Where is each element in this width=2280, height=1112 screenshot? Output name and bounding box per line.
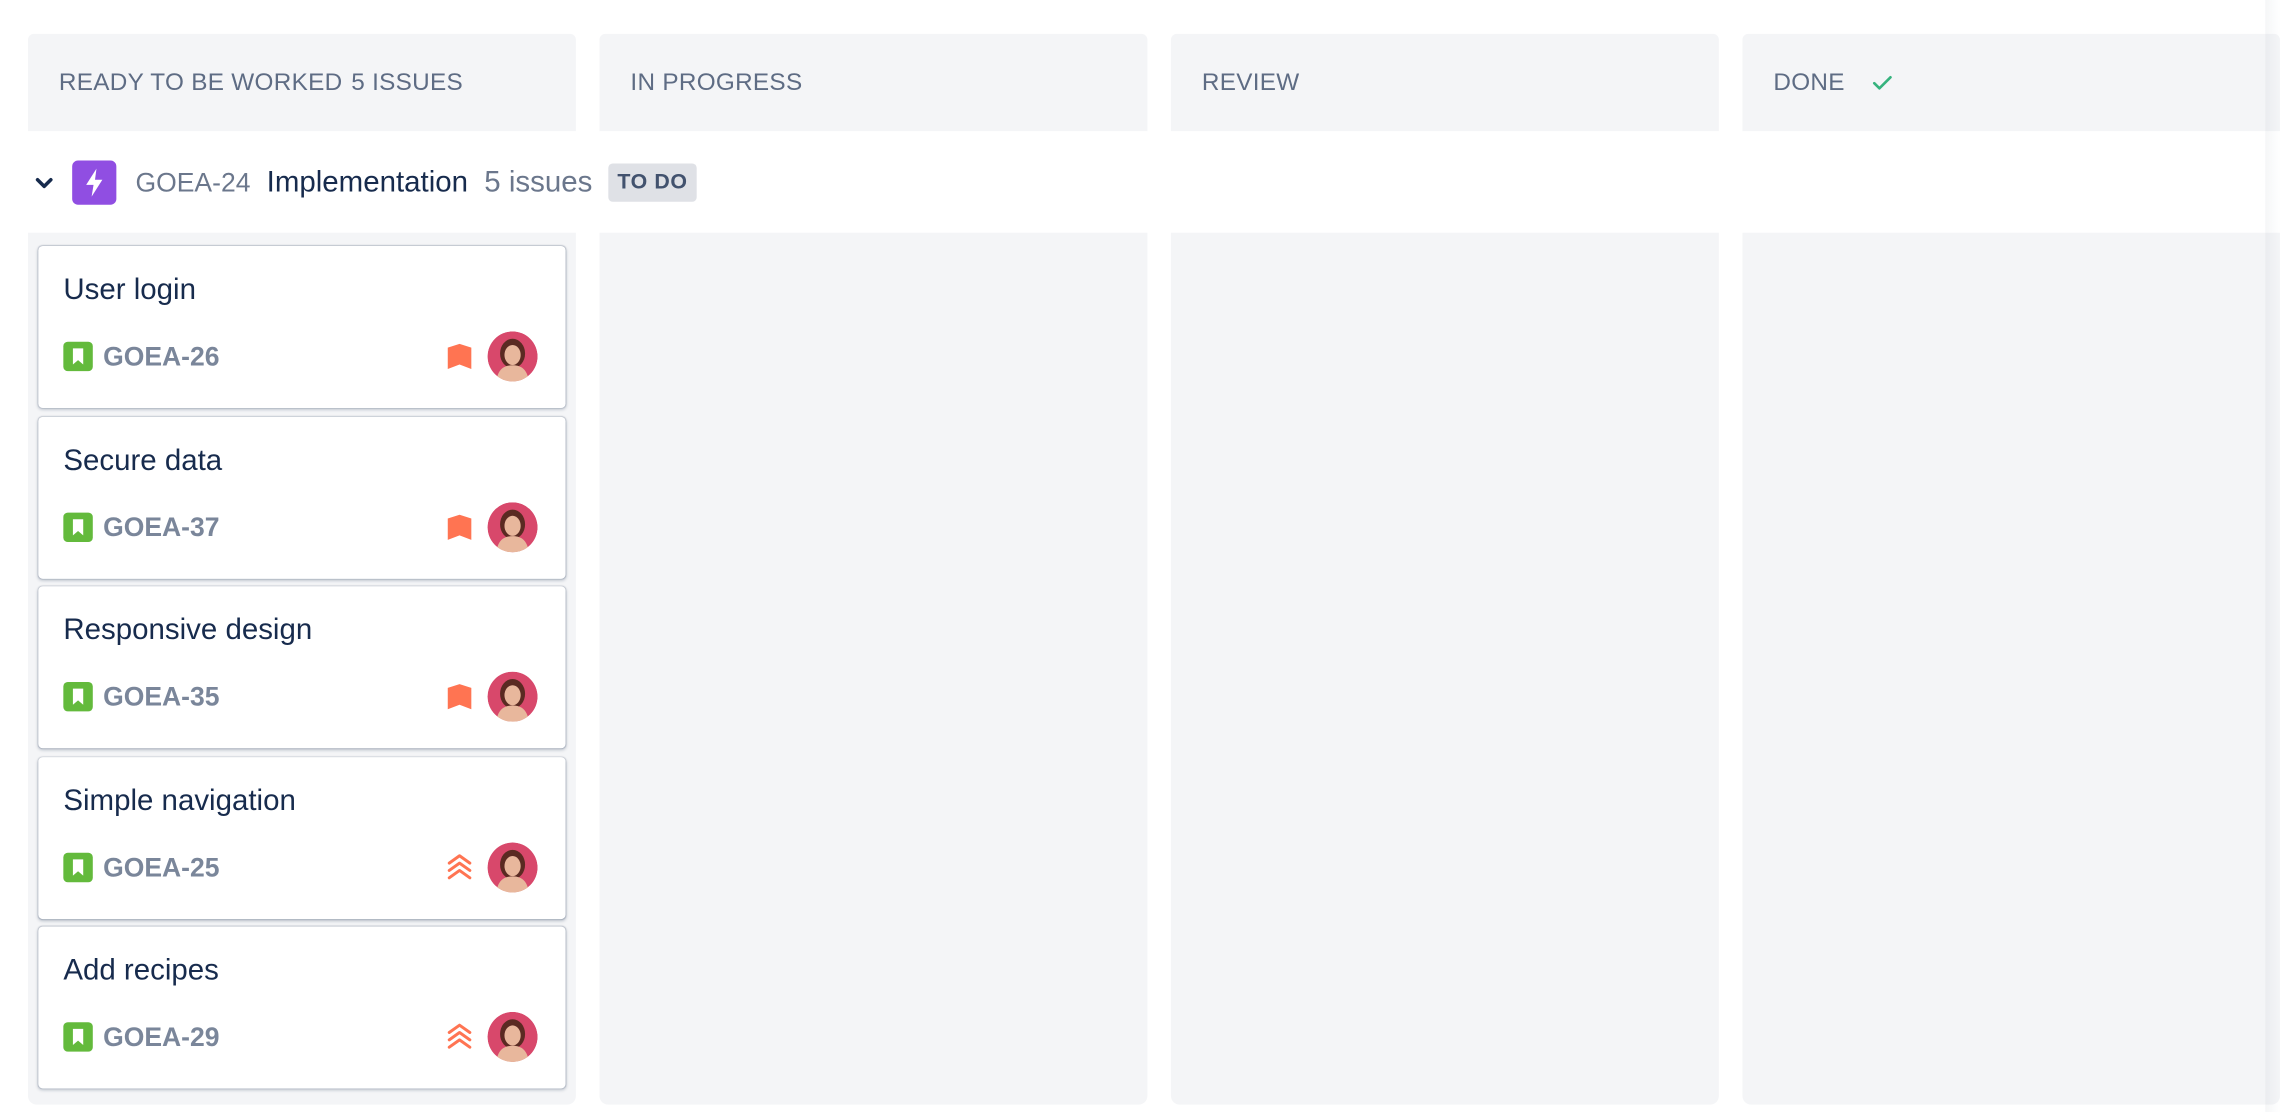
card-title: Responsive design (63, 614, 313, 647)
card-key[interactable]: GOEA-26 (103, 341, 219, 372)
bookmark-icon (63, 852, 93, 883)
bookmark-icon (63, 341, 93, 372)
epic-title: Implementation (266, 165, 469, 199)
card-footer: GOEA-37 (63, 502, 538, 553)
issue-card[interactable]: User login GOEA-26 (38, 245, 566, 408)
bookmark-icon (63, 1022, 93, 1052)
epic-issue-count: 5 issues (484, 165, 593, 199)
column-title: READY TO BE WORKED (58, 68, 343, 96)
column-header-in-progress[interactable]: IN PROGRESS (599, 33, 1148, 132)
avatar[interactable] (487, 331, 538, 382)
column-header-done[interactable]: DONE (1742, 33, 2280, 132)
avatar[interactable] (487, 502, 538, 553)
column-body-in-progress (599, 232, 1148, 1105)
bookmark-icon (63, 681, 93, 712)
column-header-ready[interactable]: READY TO BE WORKED 5 ISSUES (27, 33, 576, 132)
card-title: Secure data (63, 444, 223, 478)
board-stage: READY TO BE WORKED 5 ISSUES IN PROGRESS … (0, 0, 2280, 1112)
priority-highest-icon (443, 851, 475, 883)
issue-card[interactable]: Secure data GOEA-37 (38, 416, 566, 579)
avatar[interactable] (487, 671, 538, 722)
card-footer: GOEA-25 (63, 842, 538, 893)
lightning-icon (72, 160, 117, 205)
column-body-done (1742, 232, 2280, 1105)
card-key[interactable]: GOEA-35 (103, 681, 219, 712)
epic-key-link[interactable]: GOEA-24 (136, 167, 251, 198)
column-issue-count: 5 ISSUES (351, 68, 464, 96)
avatar[interactable] (487, 842, 538, 893)
scroll-shadow (2265, 0, 2280, 1112)
column-header-review[interactable]: REVIEW (1170, 33, 1719, 132)
issue-card[interactable]: Add recipes GOEA-29 (38, 926, 566, 1089)
column-title: IN PROGRESS (630, 68, 803, 96)
column-body-review (1170, 232, 1719, 1105)
column-title: DONE (1773, 68, 1845, 96)
card-key[interactable]: GOEA-25 (103, 852, 219, 883)
bookmark-icon (63, 512, 93, 543)
column-title: REVIEW (1201, 68, 1300, 96)
issue-card[interactable]: Simple navigation GOEA-25 (38, 757, 566, 920)
priority-high-icon (443, 340, 475, 372)
kanban-board: READY TO BE WORKED 5 ISSUES IN PROGRESS … (0, 0, 2280, 1112)
chevron-down-icon[interactable] (28, 166, 60, 198)
issue-card[interactable]: Responsive design GOEA-35 (38, 586, 566, 749)
checkmark-icon (1871, 71, 1895, 95)
avatar[interactable] (487, 1011, 538, 1062)
card-title: User login (63, 273, 196, 307)
card-footer: GOEA-26 (63, 331, 538, 382)
priority-high-icon (443, 511, 475, 543)
card-title: Add recipes (63, 954, 219, 987)
card-key[interactable]: GOEA-37 (103, 512, 219, 543)
priority-high-icon (443, 680, 475, 712)
priority-highest-icon (443, 1021, 475, 1053)
card-key[interactable]: GOEA-29 (103, 1021, 219, 1052)
card-title: Simple navigation (63, 785, 296, 818)
swimlane-header[interactable]: GOEA-24 Implementation 5 issues TO DO (28, 156, 697, 209)
status-badge: TO DO (608, 163, 697, 202)
card-footer: GOEA-29 (63, 1011, 538, 1062)
card-footer: GOEA-35 (63, 671, 538, 722)
